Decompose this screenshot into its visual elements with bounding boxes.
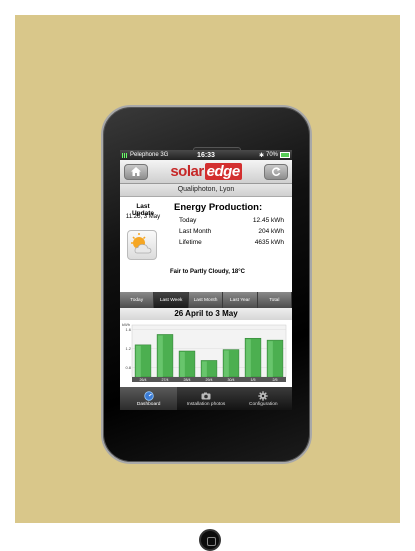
chart-x-tick-label: 1/5 — [251, 378, 256, 382]
chart-bar-highlight — [268, 341, 273, 377]
tab-today[interactable]: Today — [120, 292, 155, 308]
tab-last-week[interactable]: Last Week — [154, 292, 189, 308]
chart-title: 26 April to 3 May — [120, 308, 292, 320]
chart-y-tick-label: 1.6 — [125, 327, 131, 332]
period-tabs: Today Last Week Last Month Last Year Tot… — [120, 292, 292, 308]
chart-x-tick-label: 29/4 — [206, 378, 213, 382]
chart-y-tick-label: 1.2 — [125, 346, 131, 351]
app-logo: solar edge — [170, 163, 242, 180]
chart-y-tick-label: 0.8 — [125, 365, 131, 370]
gear-icon — [258, 391, 269, 401]
status-bar: Pelephone 3G 16:33 ✱ 70% — [120, 150, 292, 160]
logo-solar: solar — [170, 163, 204, 180]
tab-last-month[interactable]: Last Month — [188, 292, 224, 308]
chart-bar-highlight — [158, 335, 163, 377]
dashboard-icon — [143, 391, 154, 401]
camera-icon — [201, 392, 211, 400]
last-update-time: 11:25, 3 May — [125, 214, 161, 220]
tabbar-configuration[interactable]: Configuration — [235, 387, 292, 410]
info-panel: Last Update 11:25, 3 May Energy Producti… — [120, 197, 292, 292]
chart-bar-highlight — [224, 350, 229, 377]
chart-x-tick-label: 28/4 — [184, 378, 191, 382]
logo-edge: edge — [204, 163, 242, 180]
energy-production-title: Energy Production: — [174, 202, 263, 213]
weather-icon — [127, 230, 157, 260]
tabbar-dashboard[interactable]: Dashboard — [120, 387, 178, 410]
chart-bar-highlight — [180, 352, 185, 377]
chart-x-tick-label: 30/4 — [228, 378, 235, 382]
chart-x-tick-label: 27/4 — [162, 378, 169, 382]
chart-x-tick-label: 2/5 — [273, 378, 278, 382]
chart-bar-highlight — [202, 361, 207, 377]
status-time: 16:33 — [197, 151, 215, 159]
energy-row-last-month: Last Month 204 kWh — [179, 228, 284, 235]
phone-screen: Pelephone 3G 16:33 ✱ 70% solar edge Quali… — [120, 150, 292, 410]
chart-y-axis-label: kWh — [122, 322, 130, 327]
chart-bar-highlight — [246, 339, 251, 377]
app-header: solar edge — [120, 160, 292, 184]
tab-total[interactable]: Total — [257, 292, 292, 308]
refresh-icon[interactable] — [264, 163, 288, 180]
tab-last-year[interactable]: Last Year — [223, 292, 258, 308]
energy-row-lifetime: Lifetime 4635 kWh — [179, 239, 284, 246]
chart-bar-highlight — [136, 345, 141, 377]
home-icon[interactable] — [124, 163, 148, 180]
weather-forecast: Fair to Partly Cloudy, 18°C — [170, 269, 245, 275]
site-name: Qualiphoton, Lyon — [120, 184, 292, 197]
chart-x-tick-label: 26/4 — [140, 378, 147, 382]
home-button[interactable] — [199, 529, 221, 551]
tabbar-installation-photos[interactable]: Installation photos — [177, 387, 234, 410]
bottom-tabbar: Dashboard Installation photos Configurat… — [120, 387, 292, 410]
energy-chart: 1.6 1.2 0.8 kWh 26/4 27/4 28/4 29/4 30/4 1/5 2/5 — [120, 320, 292, 387]
chart-svg: 1.6 1.2 0.8 kWh 26/4 27/4 28/4 29/4 30/4 1/5 2/5 — [122, 322, 287, 382]
energy-row-today: Today 12.45 kWh — [179, 217, 284, 224]
